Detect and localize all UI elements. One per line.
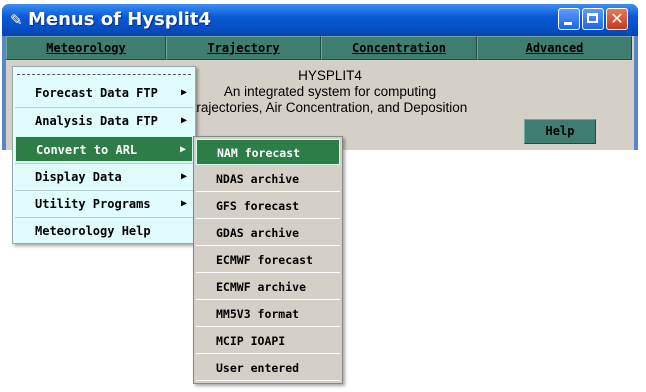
submenu-arrow-icon: ▶ xyxy=(180,87,187,98)
menu-item-label: Utility Programs xyxy=(35,197,151,211)
menu-concentration[interactable]: Concentration xyxy=(321,36,477,60)
submenu-item-ecmwf-forecast[interactable]: ECMWF forecast xyxy=(196,247,340,273)
tearoff-line[interactable] xyxy=(17,74,191,75)
submenu-arrow-icon: ▶ xyxy=(180,198,187,209)
submenu-item-gdas-archive[interactable]: GDAS archive xyxy=(196,220,340,246)
menu-item-forecast-data-ftp[interactable]: Forecast Data FTP ▶ xyxy=(15,80,193,106)
close-icon: ✕ xyxy=(610,9,624,28)
submenu-item-ecmwf-archive[interactable]: ECMWF archive xyxy=(196,274,340,300)
submenu-item-mcip-ioapi[interactable]: MCIP IOAPI xyxy=(196,328,340,354)
menu-meteorology[interactable]: Meteorology xyxy=(6,36,166,60)
app-description: HYSPLIT4 An integrated system for comput… xyxy=(160,68,500,116)
app-description-line: trajectories, Air Concentration, and Dep… xyxy=(192,100,468,115)
minimize-button[interactable] xyxy=(558,8,580,30)
submenu-item-gfs-forecast[interactable]: GFS forecast xyxy=(196,193,340,219)
menu-item-label: Forecast Data FTP xyxy=(35,86,158,100)
menu-bar: Meteorology Trajectory Concentration Adv… xyxy=(6,36,632,62)
menu-item-display-data[interactable]: Display Data ▶ xyxy=(15,163,193,189)
menu-item-label: Analysis Data FTP xyxy=(35,114,158,128)
submenu-item-mm5v3-format[interactable]: MM5V3 format xyxy=(196,301,340,327)
menu-item-meteorology-help[interactable]: Meteorology Help xyxy=(15,217,193,243)
maximize-icon xyxy=(583,9,603,29)
submenu-arrow-icon: ▶ xyxy=(180,115,187,126)
help-button[interactable]: Help xyxy=(524,119,596,144)
close-button[interactable]: ✕ xyxy=(606,8,628,30)
window-title: Menus of Hysplit4 xyxy=(28,9,212,30)
menu-item-utility-programs[interactable]: Utility Programs ▶ xyxy=(15,190,193,216)
app-name: HYSPLIT4 xyxy=(298,68,362,83)
submenu-arrow-icon: ▶ xyxy=(180,171,187,182)
menu-item-analysis-data-ftp[interactable]: Analysis Data FTP ▶ xyxy=(15,107,193,133)
feather-icon: ✎ xyxy=(10,11,23,29)
submenu-item-nam-forecast[interactable]: NAM forecast xyxy=(196,139,340,165)
minimize-icon xyxy=(559,9,579,29)
meteorology-dropdown: Forecast Data FTP ▶ Analysis Data FTP ▶ … xyxy=(12,66,196,244)
title-bar[interactable]: ✎ Menus of Hysplit4 ✕ xyxy=(2,4,638,36)
maximize-button[interactable] xyxy=(582,8,604,30)
menu-advanced[interactable]: Advanced xyxy=(477,36,632,60)
menu-item-label: Convert to ARL xyxy=(36,143,138,157)
menu-trajectory[interactable]: Trajectory xyxy=(166,36,321,60)
submenu-item-ndas-archive[interactable]: NDAS archive xyxy=(196,166,340,192)
menu-item-convert-to-arl[interactable]: Convert to ARL ▶ xyxy=(15,136,193,162)
app-description-line: An integrated system for computing xyxy=(223,84,437,99)
menu-item-label: Display Data xyxy=(35,170,122,184)
submenu-item-user-entered[interactable]: User entered xyxy=(196,355,340,381)
convert-to-arl-submenu: NAM forecast NDAS archive GFS forecast G… xyxy=(193,136,343,384)
menu-item-label: Meteorology Help xyxy=(35,224,151,238)
submenu-arrow-icon: ▶ xyxy=(179,144,186,155)
